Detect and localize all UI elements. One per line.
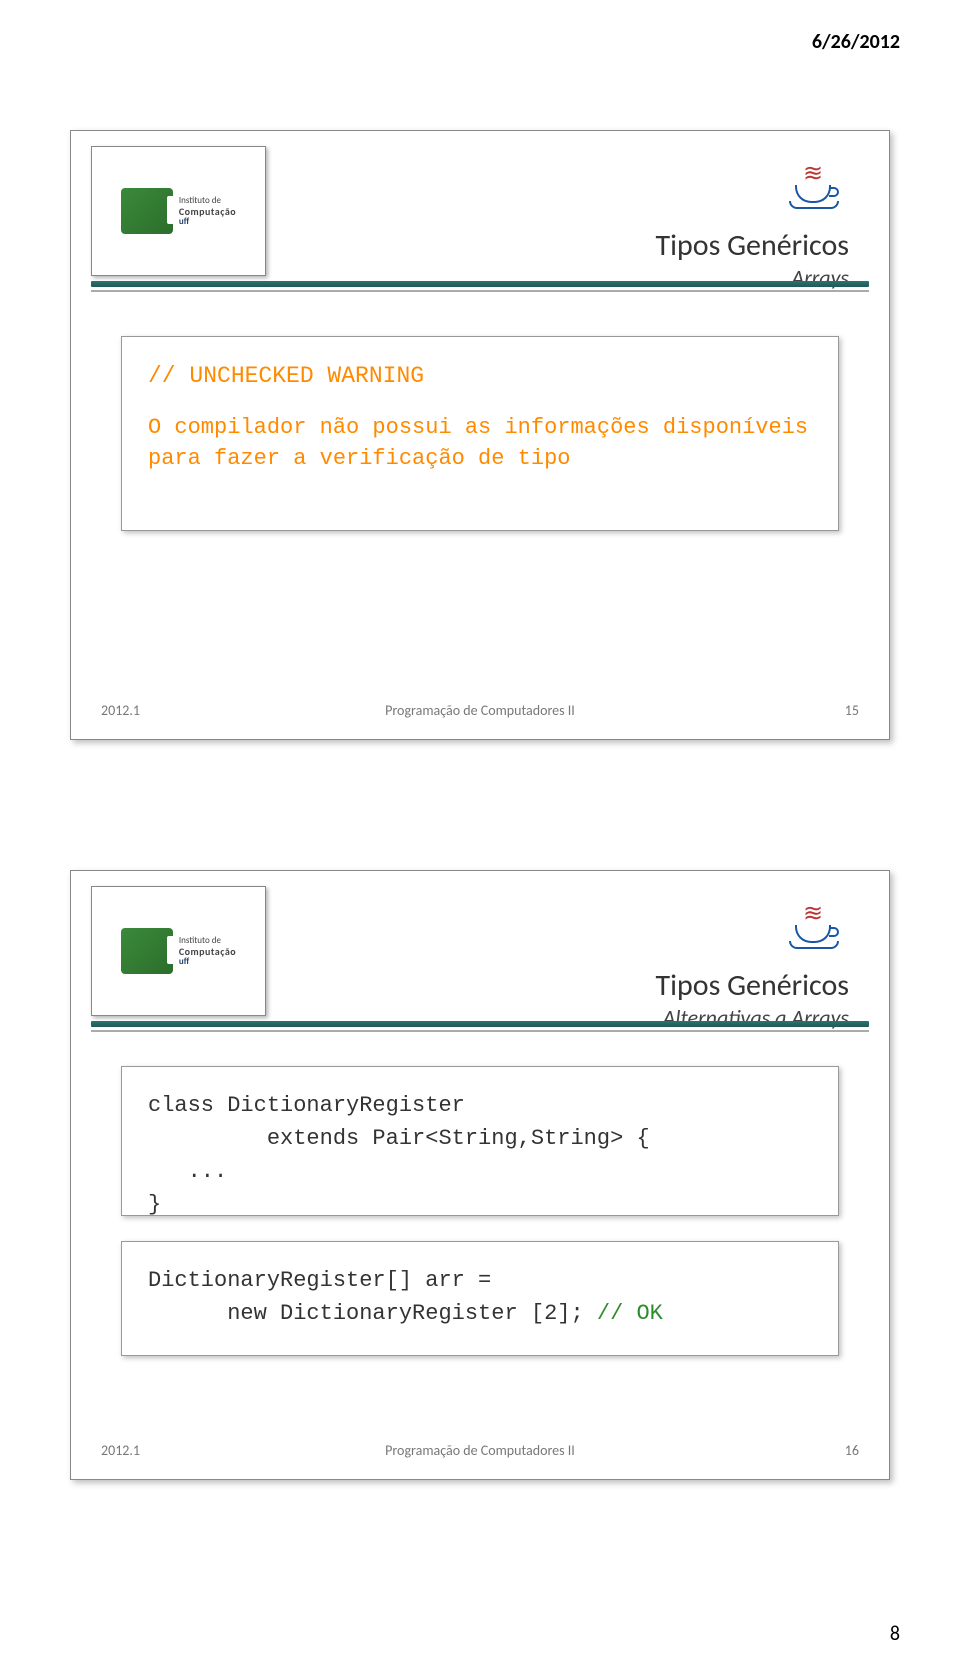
java-icon: ≋ <box>789 171 849 216</box>
page-number: 8 <box>890 1622 900 1646</box>
footer-right: 15 <box>845 702 859 719</box>
slide-2-code-box-a: class DictionaryRegister extends Pair<St… <box>121 1066 839 1216</box>
slide-1-header: Instituto de Computação uff ≋ Tipos Gené… <box>71 131 889 291</box>
code-fragment: new DictionaryRegister [2]; <box>148 1301 597 1326</box>
code-line: DictionaryRegister[] arr = <box>148 1264 812 1297</box>
logo-line-2: Computação <box>179 206 236 217</box>
code-line: ... <box>148 1155 812 1188</box>
slide-2-footer: 2012.1 Programação de Computadores II 16 <box>101 1442 859 1459</box>
slide-1-title: Tipos Genéricos <box>656 227 849 264</box>
slide-1-content-box: // UNCHECKED WARNING O compilador não po… <box>121 336 839 531</box>
logo-org: uff <box>179 217 236 227</box>
code-line: extends Pair<String,String> { <box>148 1122 812 1155</box>
logo-text: Instituto de Computação uff <box>179 196 236 227</box>
slide-1-title-block: ≋ Tipos Genéricos Arrays <box>656 171 849 291</box>
footer-left: 2012.1 <box>101 702 140 719</box>
slide-1: Instituto de Computação uff ≋ Tipos Gené… <box>70 130 890 740</box>
slide-1-footer: 2012.1 Programação de Computadores II 15 <box>101 702 859 719</box>
logo-mark-icon <box>121 928 173 974</box>
code-line: class DictionaryRegister <box>148 1089 812 1122</box>
java-icon: ≋ <box>789 911 849 956</box>
institution-logo: Instituto de Computação uff <box>91 146 266 276</box>
slide-2-title: Tipos Genéricos <box>656 967 849 1004</box>
slide-1-body-text: O compilador não possui as informações d… <box>148 412 812 476</box>
logo-line-2: Computação <box>179 946 236 957</box>
footer-center: Programação de Computadores II <box>101 1442 859 1459</box>
code-line: new DictionaryRegister [2]; // OK <box>148 1297 812 1330</box>
footer-left: 2012.1 <box>101 1442 140 1459</box>
slide-2-title-block: ≋ Tipos Genéricos Alternativas a Arrays <box>656 911 849 1031</box>
slide-2-code-box-b: DictionaryRegister[] arr = new Dictionar… <box>121 1241 839 1356</box>
code-comment-line: // UNCHECKED WARNING <box>148 359 812 394</box>
logo-text: Instituto de Computação uff <box>179 936 236 967</box>
slide-2-header: Instituto de Computação uff ≋ Tipos Gené… <box>71 871 889 1031</box>
code-line: } <box>148 1188 812 1221</box>
code-comment: // OK <box>597 1301 663 1326</box>
logo-org: uff <box>179 957 236 967</box>
page-header-date: 6/26/2012 <box>812 30 900 54</box>
institution-logo: Instituto de Computação uff <box>91 886 266 1016</box>
footer-center: Programação de Computadores II <box>101 702 859 719</box>
logo-mark-icon <box>121 188 173 234</box>
divider <box>91 281 869 292</box>
footer-right: 16 <box>845 1442 859 1459</box>
slide-2: Instituto de Computação uff ≋ Tipos Gené… <box>70 870 890 1480</box>
divider <box>91 1021 869 1032</box>
